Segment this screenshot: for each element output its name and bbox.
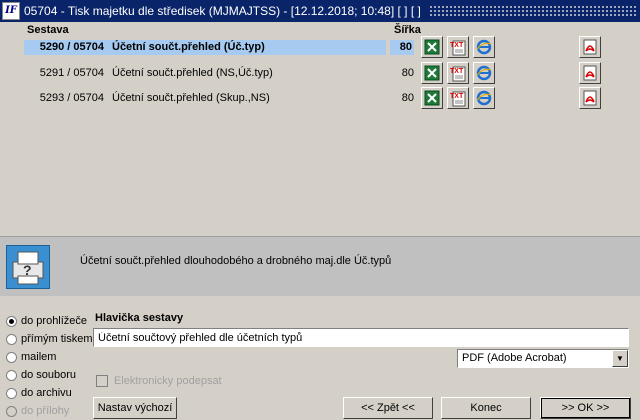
pdf-icon bbox=[583, 39, 597, 55]
report-row[interactable]: 5290 / 05704 Účetní součt.přehled (Úč.ty… bbox=[0, 36, 640, 60]
txt-button[interactable]: TXT bbox=[447, 87, 469, 109]
radio-dot[interactable] bbox=[6, 351, 17, 363]
radio-do-prilohy: do přílohy bbox=[6, 402, 93, 420]
txt-button[interactable]: TXT bbox=[447, 62, 469, 84]
title-bar[interactable]: IF 05704 - Tisk majetku dle středisek (M… bbox=[0, 0, 640, 22]
pdf-icon bbox=[583, 90, 597, 106]
format-select[interactable]: PDF (Adobe Acrobat) ▼ bbox=[457, 349, 629, 368]
radio-do-archivu[interactable]: do archivu bbox=[6, 384, 93, 402]
radio-label: přímým tiskem bbox=[21, 333, 93, 345]
set-defaults-button[interactable]: Nastav výchozí bbox=[93, 397, 177, 419]
radio-label: mailem bbox=[21, 351, 57, 363]
radio-label: do přílohy bbox=[21, 405, 70, 417]
window-title: 05704 - Tisk majetku dle středisek (MJMA… bbox=[24, 4, 421, 18]
pdf-button[interactable] bbox=[579, 87, 601, 109]
radio-do-prohlizece[interactable]: do prohlížeče bbox=[6, 312, 93, 330]
header-input[interactable] bbox=[93, 328, 629, 347]
report-code: 5291 / 05704 bbox=[39, 67, 104, 79]
column-header-sirka: Šířka bbox=[394, 24, 421, 36]
report-width: 80 bbox=[401, 92, 414, 104]
radio-primym-tiskem[interactable]: přímým tiskem bbox=[6, 330, 93, 348]
end-button[interactable]: Konec bbox=[441, 397, 531, 419]
excel-icon bbox=[424, 90, 440, 106]
excel-button[interactable] bbox=[421, 62, 443, 84]
report-description: Účetní součt.přehled dlouhodobého a drob… bbox=[80, 255, 392, 267]
printer-icon: ? bbox=[6, 245, 50, 289]
svg-text:TXT: TXT bbox=[450, 68, 464, 75]
report-row[interactable]: 5291 / 05704 Účetní součt.přehled (NS,Úč… bbox=[0, 62, 640, 86]
report-row[interactable]: 5293 / 05704 Účetní součt.přehled (Skup.… bbox=[0, 87, 640, 111]
output-options: do prohlížeče přímým tiskem mailem do so… bbox=[6, 312, 93, 420]
txt-icon: TXT bbox=[450, 66, 466, 82]
report-code: 5293 / 05704 bbox=[39, 92, 104, 104]
radio-mailem[interactable]: mailem bbox=[6, 348, 93, 366]
excel-icon bbox=[424, 65, 440, 81]
radio-dot bbox=[6, 405, 17, 417]
radio-label: do souboru bbox=[21, 369, 77, 381]
ie-icon bbox=[476, 90, 492, 106]
excel-icon bbox=[424, 39, 440, 55]
svg-text:?: ? bbox=[23, 262, 32, 278]
txt-icon: TXT bbox=[450, 91, 466, 107]
pdf-button[interactable] bbox=[579, 62, 601, 84]
checkbox-box bbox=[96, 375, 108, 387]
svg-text:TXT: TXT bbox=[450, 42, 464, 49]
txt-icon: TXT bbox=[450, 40, 466, 56]
chevron-down-icon[interactable]: ▼ bbox=[612, 350, 628, 367]
report-code: 5290 / 05704 bbox=[39, 41, 104, 53]
ie-button[interactable] bbox=[473, 62, 495, 84]
ie-icon bbox=[476, 39, 492, 55]
svg-text:TXT: TXT bbox=[450, 93, 464, 100]
back-button[interactable]: << Zpět << bbox=[343, 397, 433, 419]
radio-label: do prohlížeče bbox=[21, 315, 88, 327]
report-width: 80 bbox=[390, 40, 414, 55]
format-select-value: PDF (Adobe Acrobat) bbox=[462, 352, 567, 364]
esign-checkbox: Elektronicky podepsat bbox=[96, 375, 222, 387]
radio-dot[interactable] bbox=[6, 315, 17, 327]
description-panel: ? Účetní součt.přehled dlouhodobého a dr… bbox=[0, 236, 640, 296]
radio-dot[interactable] bbox=[6, 369, 17, 381]
radio-do-souboru[interactable]: do souboru bbox=[6, 366, 93, 384]
excel-button[interactable] bbox=[421, 87, 443, 109]
drag-area[interactable] bbox=[428, 5, 636, 17]
app-icon: IF bbox=[2, 2, 20, 20]
column-header-sestava: Sestava bbox=[27, 24, 69, 36]
pdf-icon bbox=[583, 65, 597, 81]
txt-button[interactable]: TXT bbox=[447, 36, 469, 58]
ok-button[interactable]: >> OK >> bbox=[540, 397, 631, 419]
pdf-button[interactable] bbox=[579, 36, 601, 58]
ie-button[interactable] bbox=[473, 87, 495, 109]
report-name: Účetní součt.přehled (Úč.typ) bbox=[112, 41, 265, 53]
report-name: Účetní součt.přehled (Skup.,NS) bbox=[112, 92, 270, 104]
radio-label: do archivu bbox=[21, 387, 72, 399]
radio-dot[interactable] bbox=[6, 387, 17, 399]
report-name: Účetní součt.přehled (NS,Úč.typ) bbox=[112, 67, 273, 79]
ie-button[interactable] bbox=[473, 36, 495, 58]
ie-icon bbox=[476, 65, 492, 81]
report-list: Sestava Šířka 5290 / 05704 Účetní součt.… bbox=[0, 22, 640, 232]
esign-label: Elektronicky podepsat bbox=[114, 375, 222, 387]
excel-button[interactable] bbox=[421, 36, 443, 58]
report-width: 80 bbox=[401, 67, 414, 79]
radio-dot[interactable] bbox=[6, 333, 17, 345]
header-label: Hlavička sestavy bbox=[95, 312, 184, 324]
